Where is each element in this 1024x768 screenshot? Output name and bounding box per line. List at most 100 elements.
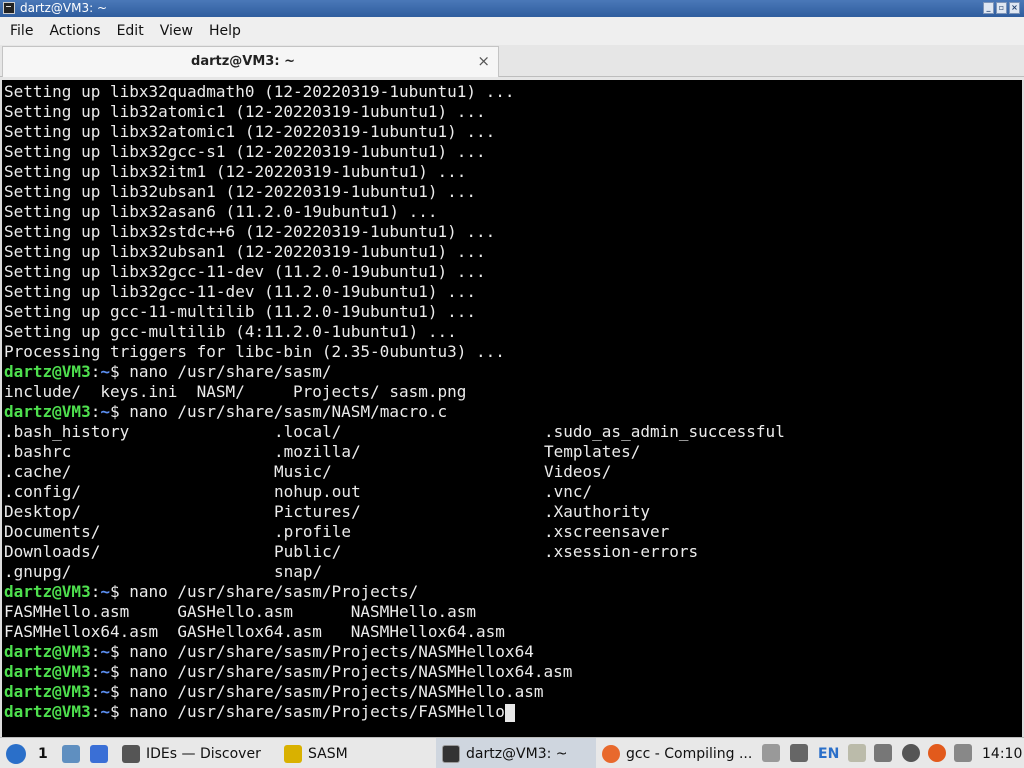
network-icon[interactable] [874, 744, 892, 762]
menu-actions[interactable]: Actions [41, 17, 108, 45]
prompt-path: ~ [100, 582, 110, 601]
close-window-button[interactable]: × [1009, 2, 1020, 14]
directory-entry: .local/ [274, 422, 342, 441]
prompt-user: dartz@VM3 [4, 662, 91, 681]
directory-entry: .profile [274, 522, 352, 541]
directory-entry: .xsession-errors [544, 542, 699, 561]
terminal-prompt-line: dartz@VM3:~$ nano /usr/share/sasm/Projec… [4, 682, 543, 702]
menu-edit[interactable]: Edit [109, 17, 152, 45]
prompt-separator: : [90, 642, 101, 661]
settings-icon[interactable] [902, 744, 920, 762]
task-label: dartz@VM3: ~ [466, 745, 568, 762]
terminal-line: FASMHello.asm GASHello.asm NASMHello.asm [4, 602, 477, 621]
directory-entry: .xscreensaver [544, 522, 670, 541]
directory-entry: .config/ [4, 482, 82, 501]
show-desktop-icon [90, 744, 108, 763]
prompt-path: ~ [100, 662, 110, 681]
menu-help[interactable]: Help [201, 17, 249, 45]
task-discover[interactable]: IDEs — Discover [122, 738, 261, 768]
terminal-line: Setting up lib32atomic1 (12-20220319-1ub… [4, 102, 486, 121]
directory-entry: .cache/ [4, 462, 72, 481]
start-menu-button[interactable] [6, 738, 32, 768]
terminal-icon [442, 744, 460, 763]
terminal-prompt-line: dartz@VM3:~$ nano /usr/share/sasm/Projec… [4, 662, 572, 682]
directory-entry: nohup.out [274, 482, 361, 501]
tab-terminal[interactable]: dartz@VM3: ~ × [2, 46, 499, 77]
directory-listing-row: .config/nohup.out .vnc/ [4, 482, 1004, 502]
quicklaunch-desktop[interactable] [90, 738, 114, 768]
task-firefox[interactable]: gcc - Compiling ... [602, 738, 752, 768]
terminal-prompt-line: dartz@VM3:~$ nano /usr/share/sasm/Projec… [4, 582, 418, 602]
taskbar: 1 IDEs — Discover SASM dartz@VM3: ~ gcc … [0, 737, 1024, 768]
workspace-switcher[interactable]: 1 [38, 738, 48, 768]
start-menu-icon [6, 743, 26, 764]
volume-icon[interactable] [790, 744, 808, 762]
directory-listing-row: Documents/ .profile .xscreensaver [4, 522, 1004, 542]
command-text: $ nano /usr/share/sasm/ [109, 362, 332, 381]
clipboard-icon[interactable] [848, 744, 866, 762]
terminal-prompt-line: dartz@VM3:~$ nano /usr/share/sasm/Projec… [4, 702, 515, 722]
directory-entry: .bashrc [4, 442, 72, 461]
prompt-path: ~ [100, 702, 110, 721]
clock-time: 14:10 [982, 745, 1023, 762]
terminal-line: Setting up libx32ubsan1 (12-20220319-1ub… [4, 242, 486, 261]
directory-entry: .gnupg/ [4, 562, 72, 581]
menu-view[interactable]: View [152, 17, 201, 45]
directory-entry: Videos/ [544, 462, 612, 481]
terminal-line: Setting up gcc-11-multilib (11.2.0-19ubu… [4, 302, 477, 321]
directory-listing-row: Desktop/Pictures/ .Xauthority [4, 502, 1004, 522]
prompt-user: dartz@VM3 [4, 402, 91, 421]
discover-icon [122, 744, 140, 763]
directory-entry: .mozilla/ [274, 442, 361, 461]
prompt-path: ~ [100, 362, 110, 381]
eject-icon[interactable] [762, 744, 780, 762]
prompt-separator: : [90, 582, 101, 601]
directory-entry: snap/ [274, 562, 323, 581]
menu-file[interactable]: File [2, 17, 41, 45]
maximize-button[interactable]: ▫ [996, 2, 1007, 14]
directory-entry: .sudo_as_admin_successful [544, 422, 785, 441]
terminal-line: Setting up lib32gcc-11-dev (11.2.0-19ubu… [4, 282, 477, 301]
language-indicator: EN [818, 745, 840, 762]
prompt-user: dartz@VM3 [4, 582, 91, 601]
task-sasm[interactable]: SASM [284, 738, 348, 768]
tab-close-icon[interactable]: × [477, 52, 490, 70]
terminal-line: Setting up lib32ubsan1 (12-20220319-1ubu… [4, 182, 477, 201]
terminal-app-icon [3, 2, 15, 14]
directory-entry: Music/ [274, 462, 332, 481]
task-label: SASM [308, 745, 348, 762]
command-text: $ nano /usr/share/sasm/Projects/ [109, 582, 419, 601]
terminal-line: include/ keys.ini NASM/ Projects/ sasm.p… [4, 382, 467, 401]
quicklaunch-files[interactable] [62, 738, 86, 768]
tab-label: dartz@VM3: ~ [191, 54, 295, 69]
terminal-line: Setting up libx32asan6 (11.2.0-19ubuntu1… [4, 202, 438, 221]
prompt-path: ~ [100, 402, 110, 421]
prompt-path: ~ [100, 682, 110, 701]
prompt-separator: : [90, 362, 101, 381]
minimize-button[interactable]: _ [983, 2, 994, 14]
terminal-output[interactable]: Setting up libx32quadmath0 (12-20220319-… [0, 80, 1024, 737]
clock[interactable]: 14:10 [982, 738, 1022, 768]
directory-entry: Templates/ [544, 442, 641, 461]
updates-icon[interactable] [928, 744, 946, 762]
command-text: $ nano /usr/share/sasm/NASM/macro.c [109, 402, 448, 421]
tab-bar: dartz@VM3: ~ × [0, 45, 1024, 77]
terminal-prompt-line: dartz@VM3:~$ nano /usr/share/sasm/NASM/m… [4, 402, 447, 422]
directory-entry: Desktop/ [4, 502, 82, 521]
workspace-number: 1 [38, 745, 48, 762]
prompt-separator: : [90, 702, 101, 721]
power-icon[interactable] [954, 744, 972, 762]
task-label: IDEs — Discover [146, 745, 261, 762]
window-titlebar[interactable]: dartz@VM3: ~ _ ▫ × [0, 0, 1024, 17]
directory-entry: .bash_history [4, 422, 130, 441]
directory-listing-row: .bashrc .mozilla/Templates/ [4, 442, 1004, 462]
task-terminal[interactable]: dartz@VM3: ~ [436, 738, 596, 768]
directory-entry: Downloads/ [4, 542, 101, 561]
prompt-path: ~ [100, 642, 110, 661]
prompt-user: dartz@VM3 [4, 642, 91, 661]
window-controls: _ ▫ × [983, 2, 1020, 14]
directory-listing-row: Downloads/Public/ .xsession-errors [4, 542, 1004, 562]
directory-listing-row: .gnupg/snap/ [4, 562, 1004, 582]
keyboard-layout[interactable]: EN [818, 738, 839, 768]
terminal-line: Setting up libx32atomic1 (12-20220319-1u… [4, 122, 496, 141]
